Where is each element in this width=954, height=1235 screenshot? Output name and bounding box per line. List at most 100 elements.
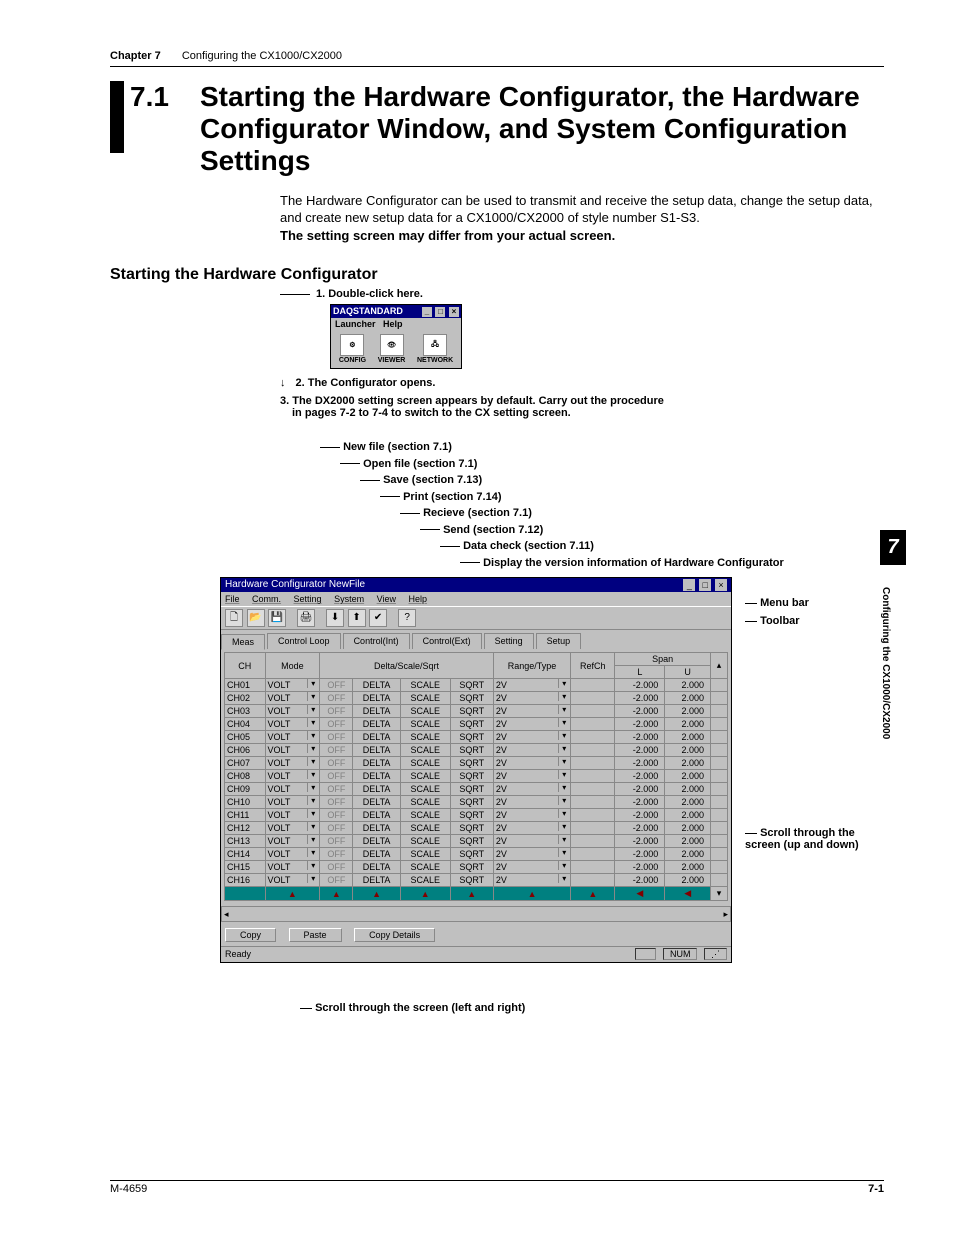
cell-mode[interactable]: VOLT	[265, 679, 320, 692]
cell-span-u[interactable]: 2.000	[665, 861, 711, 874]
cell-span-l[interactable]: -2.000	[615, 679, 665, 692]
cell-refch[interactable]	[571, 796, 615, 809]
cell-off[interactable]: OFF	[320, 835, 353, 848]
cell-range-type[interactable]: 2V	[493, 796, 570, 809]
scrollbar-track[interactable]	[711, 705, 728, 718]
cell-scale[interactable]: SCALE	[400, 874, 450, 887]
cell-scale[interactable]: SCALE	[400, 861, 450, 874]
cell-scale[interactable]: SCALE	[400, 848, 450, 861]
scrollbar-track[interactable]	[711, 679, 728, 692]
cell-sqrt[interactable]: SQRT	[450, 874, 493, 887]
config-icon[interactable]: ⚙CONFIG	[339, 334, 366, 364]
cell-refch[interactable]	[571, 835, 615, 848]
cell-scale[interactable]: SCALE	[400, 822, 450, 835]
cell-scale[interactable]: SCALE	[400, 757, 450, 770]
cell-range-type[interactable]: 2V	[493, 835, 570, 848]
cell-delta[interactable]: DELTA	[353, 679, 400, 692]
scrollbar-track[interactable]	[711, 822, 728, 835]
cell-span-u[interactable]: 2.000	[665, 744, 711, 757]
cell-off[interactable]: OFF	[320, 861, 353, 874]
scrollbar-track[interactable]	[711, 731, 728, 744]
cell-off[interactable]: OFF	[320, 770, 353, 783]
cell-mode[interactable]: VOLT	[265, 705, 320, 718]
cell-range-type[interactable]: 2V	[493, 822, 570, 835]
cell-scale[interactable]: SCALE	[400, 718, 450, 731]
scrollbar-track[interactable]	[711, 770, 728, 783]
receive-icon[interactable]: ⬇	[326, 609, 344, 627]
cell-range-type[interactable]: 2V	[493, 874, 570, 887]
help-menu[interactable]: Help	[383, 319, 403, 329]
cell-sqrt[interactable]: SQRT	[450, 809, 493, 822]
cell-delta[interactable]: DELTA	[353, 874, 400, 887]
cell-refch[interactable]	[571, 679, 615, 692]
cell-off[interactable]: OFF	[320, 874, 353, 887]
cell-span-l[interactable]: -2.000	[615, 705, 665, 718]
new-file-icon[interactable]: 🗋	[225, 609, 243, 627]
cell-scale[interactable]: SCALE	[400, 679, 450, 692]
cell-refch[interactable]	[571, 770, 615, 783]
cell-delta[interactable]: DELTA	[353, 705, 400, 718]
cell-refch[interactable]	[571, 874, 615, 887]
tab-setting[interactable]: Setting	[484, 633, 534, 649]
cell-mode[interactable]: VOLT	[265, 874, 320, 887]
cell-span-l[interactable]: -2.000	[615, 757, 665, 770]
scrollbar-track[interactable]	[711, 744, 728, 757]
cell-delta[interactable]: DELTA	[353, 744, 400, 757]
scrollbar-track[interactable]	[711, 783, 728, 796]
cell-refch[interactable]	[571, 718, 615, 731]
cell-sqrt[interactable]: SQRT	[450, 770, 493, 783]
cell-range-type[interactable]: 2V	[493, 770, 570, 783]
cell-delta[interactable]: DELTA	[353, 861, 400, 874]
cell-scale[interactable]: SCALE	[400, 731, 450, 744]
cell-span-l[interactable]: -2.000	[615, 822, 665, 835]
about-icon[interactable]: ?	[398, 609, 416, 627]
cell-delta[interactable]: DELTA	[353, 718, 400, 731]
cell-range-type[interactable]: 2V	[493, 705, 570, 718]
menu-file[interactable]: File	[225, 594, 240, 604]
cell-refch[interactable]	[571, 861, 615, 874]
menu-system[interactable]: System	[334, 594, 364, 604]
cell-delta[interactable]: DELTA	[353, 796, 400, 809]
cell-off[interactable]: OFF	[320, 731, 353, 744]
close-icon[interactable]: ×	[715, 579, 727, 591]
cell-delta[interactable]: DELTA	[353, 822, 400, 835]
cell-refch[interactable]	[571, 731, 615, 744]
cell-sqrt[interactable]: SQRT	[450, 822, 493, 835]
cell-range-type[interactable]: 2V	[493, 679, 570, 692]
cell-span-u[interactable]: 2.000	[665, 848, 711, 861]
cell-scale[interactable]: SCALE	[400, 705, 450, 718]
cell-scale[interactable]: SCALE	[400, 796, 450, 809]
cell-range-type[interactable]: 2V	[493, 757, 570, 770]
cell-span-l[interactable]: -2.000	[615, 744, 665, 757]
cell-sqrt[interactable]: SQRT	[450, 705, 493, 718]
cell-range-type[interactable]: 2V	[493, 692, 570, 705]
cell-off[interactable]: OFF	[320, 809, 353, 822]
cell-sqrt[interactable]: SQRT	[450, 679, 493, 692]
cell-span-l[interactable]: -2.000	[615, 731, 665, 744]
tab-control-ext[interactable]: Control(Ext)	[412, 633, 482, 649]
cell-mode[interactable]: VOLT	[265, 796, 320, 809]
cell-mode[interactable]: VOLT	[265, 770, 320, 783]
cell-span-u[interactable]: 2.000	[665, 692, 711, 705]
paste-button[interactable]: Paste	[289, 928, 342, 942]
menu-setting[interactable]: Setting	[294, 594, 322, 604]
close-icon[interactable]: ×	[449, 307, 459, 317]
cell-range-type[interactable]: 2V	[493, 861, 570, 874]
cell-delta[interactable]: DELTA	[353, 731, 400, 744]
cell-sqrt[interactable]: SQRT	[450, 744, 493, 757]
cell-mode[interactable]: VOLT	[265, 835, 320, 848]
cell-sqrt[interactable]: SQRT	[450, 718, 493, 731]
cell-mode[interactable]: VOLT	[265, 718, 320, 731]
cell-refch[interactable]	[571, 822, 615, 835]
cell-sqrt[interactable]: SQRT	[450, 783, 493, 796]
cell-scale[interactable]: SCALE	[400, 744, 450, 757]
cell-sqrt[interactable]: SQRT	[450, 692, 493, 705]
open-file-icon[interactable]: 📂	[247, 609, 265, 627]
cell-span-u[interactable]: 2.000	[665, 783, 711, 796]
cell-delta[interactable]: DELTA	[353, 809, 400, 822]
cell-span-u[interactable]: 2.000	[665, 705, 711, 718]
cell-off[interactable]: OFF	[320, 705, 353, 718]
viewer-icon[interactable]: 👁VIEWER	[378, 334, 406, 364]
cell-refch[interactable]	[571, 757, 615, 770]
cell-span-l[interactable]: -2.000	[615, 809, 665, 822]
